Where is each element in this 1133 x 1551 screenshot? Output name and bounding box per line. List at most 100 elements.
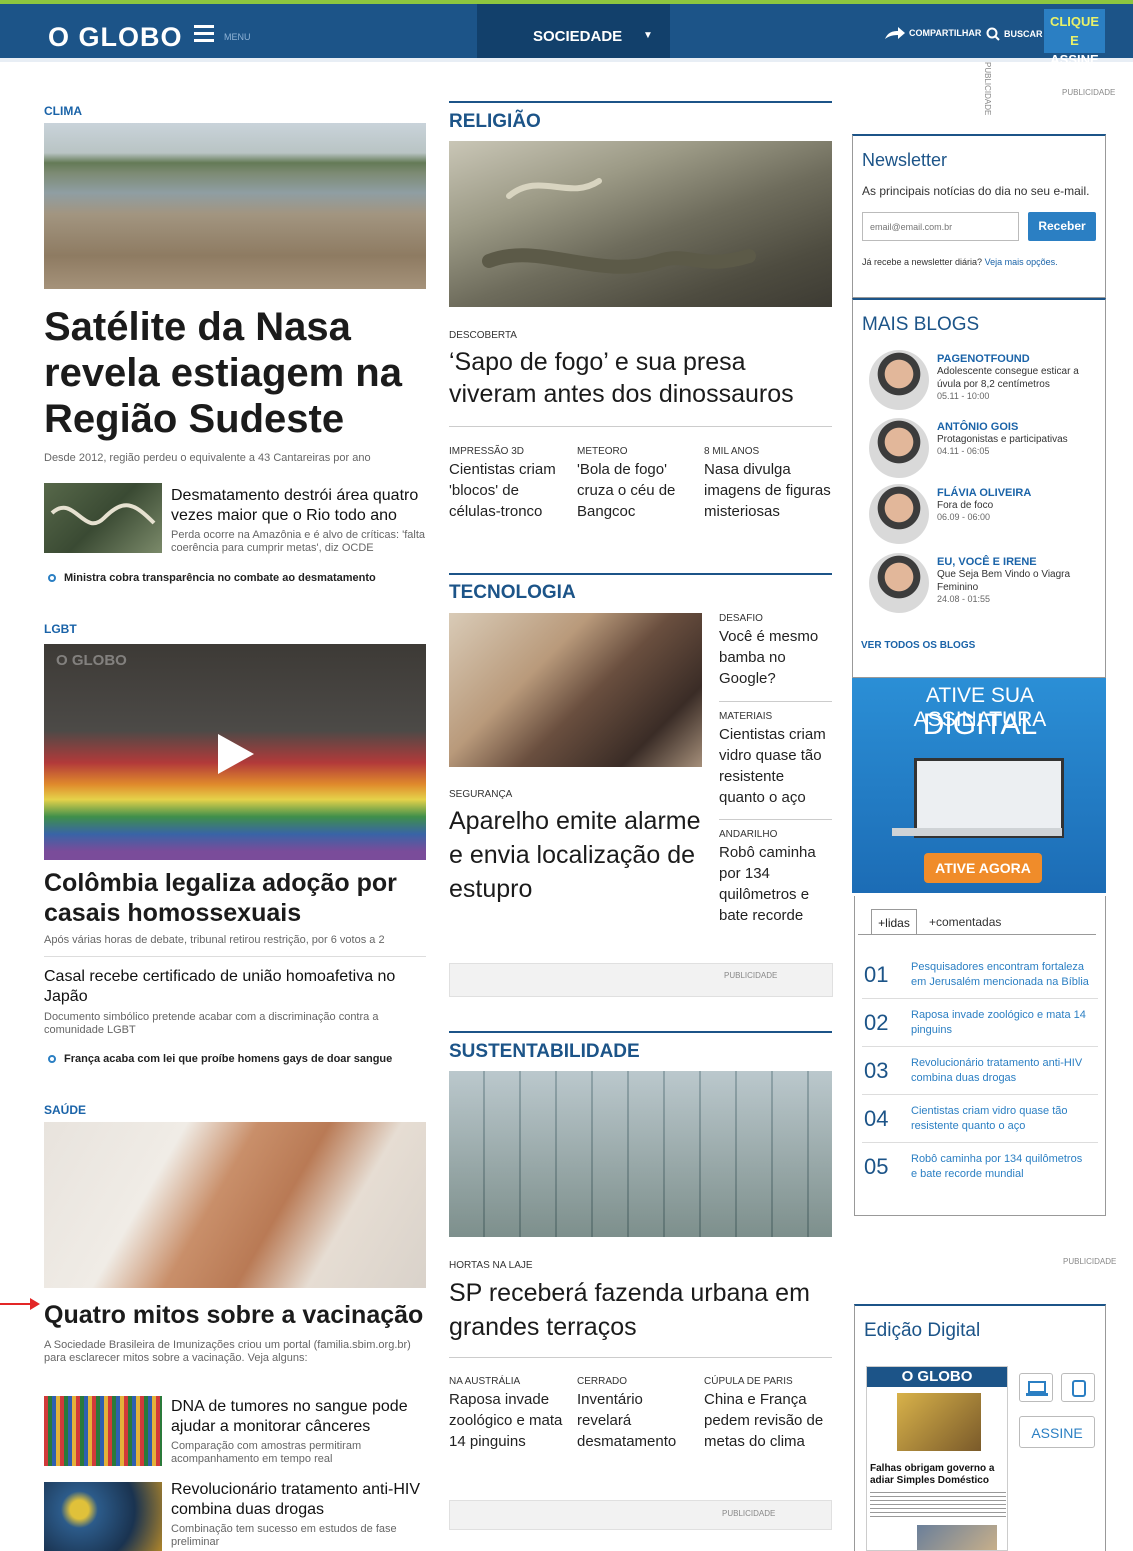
desktop-edition-button[interactable] xyxy=(1019,1373,1053,1402)
tecnologia-side-1[interactable]: DESAFIO Você é mesmo bamba no Google? xyxy=(719,613,832,689)
fossil-illustration[interactable] xyxy=(449,141,832,307)
sustentabilidade-col-1[interactable]: NA AUSTRÁLIA Raposa invade zoológico e m… xyxy=(449,1376,571,1452)
col-category: IMPRESSÃO 3D xyxy=(449,446,525,457)
blog-item-2-text[interactable]: ANTÔNIO GOIS Protagonistas e participati… xyxy=(937,421,1097,456)
blog-item-3[interactable] xyxy=(869,484,929,544)
col-text: China e França pedem revisão de metas do… xyxy=(704,1391,824,1450)
sustentabilidade-col-3[interactable]: CÚPULA DE PARIS China e França pedem rev… xyxy=(704,1376,832,1452)
bullet-link-clima[interactable]: Ministra cobra transparência no combate … xyxy=(48,572,428,584)
blog-item-4[interactable] xyxy=(869,553,929,613)
headline-clima[interactable]: Satélite da Nasa revela estiagem na Regi… xyxy=(44,304,426,442)
rank-item-1[interactable]: Pesquisadores encontram fortaleza em Jer… xyxy=(911,960,1091,990)
section-name: SOCIEDADE xyxy=(533,28,623,45)
section-selector[interactable]: SOCIEDADE ▼ xyxy=(477,4,670,58)
divider xyxy=(862,998,1098,999)
greenhouse-photo[interactable] xyxy=(449,1071,832,1237)
category-tecnologia-main: SEGURANÇA xyxy=(449,789,513,800)
related-title-lgbt[interactable]: Casal recebe certificado de união homoaf… xyxy=(44,967,426,1007)
blog-item-4-text[interactable]: EU, VOCÊ E IRENE Que Seja Bem Vindo o Vi… xyxy=(937,556,1097,604)
avatar xyxy=(869,484,929,544)
vaccination-photo[interactable] xyxy=(44,1122,426,1288)
see-all-blogs-link[interactable]: VER TODOS OS BLOGS xyxy=(861,640,975,651)
blog-name: ANTÔNIO GOIS xyxy=(937,421,1019,433)
section-kicker-saude[interactable]: SAÚDE xyxy=(44,1103,86,1117)
newsletter-email-input[interactable] xyxy=(862,212,1019,241)
summary-clima: Desde 2012, região perdeu o equivalente … xyxy=(44,452,371,464)
headline-religiao[interactable]: ‘Sapo de fogo’ e sua presa viveram antes… xyxy=(449,346,832,410)
rank-item-5[interactable]: Robô caminha por 134 quilômetros e bate … xyxy=(911,1152,1091,1182)
newsletter-box: Newsletter As principais notícias do dia… xyxy=(852,134,1106,298)
blog-post-title: Protagonistas e participativas xyxy=(937,434,1068,445)
newsletter-options-link[interactable]: Veja mais opções. xyxy=(985,257,1058,267)
col-category: METEORO xyxy=(577,446,628,457)
religiao-col-3[interactable]: 8 MIL ANOS Nasa divulga imagens de figur… xyxy=(704,446,832,522)
religiao-col-2[interactable]: METEORO 'Bola de fogo' cruza o céu de Ba… xyxy=(577,446,699,522)
tecnologia-side-3[interactable]: ANDARILHO Robô caminha por 134 quilômetr… xyxy=(719,829,832,926)
blog-date: 24.08 - 01:55 xyxy=(937,594,991,604)
subscribe-edition-button[interactable]: ASSINE xyxy=(1019,1416,1095,1448)
search-button[interactable]: BUSCAR xyxy=(986,27,1043,41)
woman-coffee-photo[interactable] xyxy=(449,613,702,767)
sustentabilidade-col-2[interactable]: CERRADO Inventário revelará desmatamento xyxy=(577,1376,699,1452)
section-kicker-lgbt[interactable]: LGBT xyxy=(44,622,77,636)
divider xyxy=(44,956,426,957)
menu-icon[interactable] xyxy=(194,25,214,42)
rank-number: 04 xyxy=(864,1106,889,1131)
activate-now-button[interactable]: ATIVE AGORA xyxy=(924,853,1042,883)
share-button[interactable]: COMPARTILHAR xyxy=(885,27,981,39)
blog-item-3-text[interactable]: FLÁVIA OLIVEIRA Fora de foco 06.09 - 06:… xyxy=(937,487,1097,522)
headline-saude[interactable]: Quatro mitos sobre a vacinação xyxy=(44,1300,426,1330)
dna-thumb[interactable] xyxy=(44,1396,162,1466)
rank-number: 01 xyxy=(864,962,889,987)
lgbt-video[interactable]: O GLOBO xyxy=(44,644,426,860)
newspaper-cover[interactable]: O GLOBO Falhas obrigam governo a adiar S… xyxy=(866,1366,1008,1551)
section-title-religiao[interactable]: RELIGIÃO xyxy=(449,111,541,133)
deforestation-thumb[interactable] xyxy=(44,483,162,553)
blog-item-2[interactable] xyxy=(869,418,929,478)
menu-label[interactable]: MENU xyxy=(224,32,251,42)
blog-name: FLÁVIA OLIVEIRA xyxy=(937,487,1032,499)
tecnologia-side-2[interactable]: MATERIAIS Cientistas criam vidro quase t… xyxy=(719,711,832,808)
bullet-text: Ministra cobra transparência no combate … xyxy=(64,572,376,584)
blog-item-1-text[interactable]: PAGENOTFOUND Adolescente consegue estica… xyxy=(937,353,1097,401)
newsletter-title: Newsletter xyxy=(862,150,948,170)
cover-photo xyxy=(897,1393,981,1451)
headline-lgbt[interactable]: Colômbia legaliza adoção por casais homo… xyxy=(44,868,426,928)
bullet-link-lgbt[interactable]: França acaba com lei que proíbe homens g… xyxy=(48,1053,428,1065)
avatar xyxy=(869,418,929,478)
rank-item-3[interactable]: Revolucionário tratamento anti-HIV combi… xyxy=(911,1056,1091,1086)
side-text: Cientistas criam vidro quase tão resiste… xyxy=(719,726,826,806)
blog-item-1[interactable] xyxy=(869,350,929,410)
subscribe-button[interactable]: CLIQUE E ASSINE xyxy=(1044,9,1105,67)
drought-photo[interactable] xyxy=(44,123,426,289)
side-category: MATERIAIS xyxy=(719,711,773,722)
rank-number: 05 xyxy=(864,1154,889,1179)
side-text: Você é mesmo bamba no Google? xyxy=(719,628,819,687)
related-summary-saude-2: Combinação tem sucesso em estudos de fas… xyxy=(171,1523,397,1548)
related-title-saude-2[interactable]: Revolucionário tratamento anti-HIV combi… xyxy=(171,1480,426,1520)
rank-item-4[interactable]: Cientistas criam vidro quase tão resiste… xyxy=(911,1104,1091,1134)
play-icon[interactable] xyxy=(216,732,256,776)
headline-sustentabilidade[interactable]: SP receberá fazenda urbana em grandes te… xyxy=(449,1276,832,1344)
section-title-tecnologia[interactable]: TECNOLOGIA xyxy=(449,582,576,604)
newsletter-note-text: Já recebe a newsletter diária? xyxy=(862,257,983,267)
tab-most-read[interactable]: +lidas xyxy=(871,909,917,935)
related-title-clima[interactable]: Desmatamento destrói área quatro vezes m… xyxy=(171,486,426,526)
subscribe-line2: ASSINE xyxy=(1050,52,1099,67)
rank-item-2[interactable]: Raposa invade zoológico e mata 14 pingui… xyxy=(911,1008,1091,1038)
col-text: Cientistas criam 'blocos' de células-tro… xyxy=(449,461,556,520)
tab-most-commented[interactable]: +comentadas xyxy=(929,909,1001,935)
digital-subscription-ad[interactable]: ATIVE SUA ASSINATURA DIGITAL ATIVE AGORA xyxy=(852,678,1106,893)
section-kicker-clima[interactable]: CLIMA xyxy=(44,104,82,118)
headline-tecnologia-main[interactable]: Aparelho emite alarme e envia localizaçã… xyxy=(449,804,702,906)
site-logo[interactable]: O GLOBO xyxy=(48,22,183,53)
hiv-thumb[interactable] xyxy=(44,1482,162,1551)
newsletter-submit-button[interactable]: Receber xyxy=(1028,212,1096,241)
divider xyxy=(719,701,832,702)
related-title-saude-1[interactable]: DNA de tumores no sangue pode ajudar a m… xyxy=(171,1397,426,1437)
section-title-sustentabilidade[interactable]: SUSTENTABILIDADE xyxy=(449,1041,640,1063)
mobile-edition-button[interactable] xyxy=(1061,1373,1095,1402)
religiao-col-1[interactable]: IMPRESSÃO 3D Cientistas criam 'blocos' d… xyxy=(449,446,571,522)
col-category: CÚPULA DE PARIS xyxy=(704,1376,793,1387)
tab-underline xyxy=(858,934,1096,935)
